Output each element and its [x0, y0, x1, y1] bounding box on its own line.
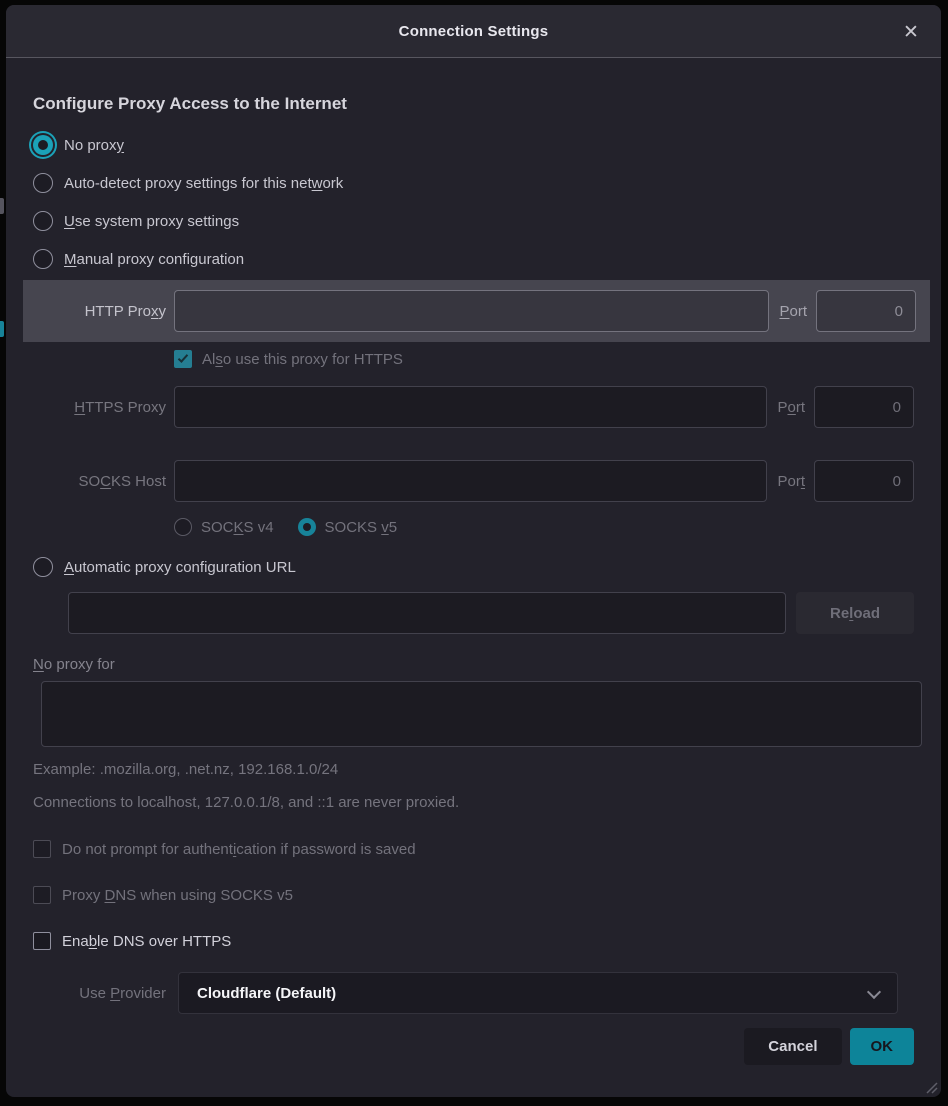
https-port-label: Port [777, 399, 805, 416]
proxy-dns-row[interactable]: Proxy DNS when using SOCKS v5 [33, 883, 914, 907]
http-port-label: Port [779, 303, 807, 320]
socks-host-input[interactable] [174, 460, 767, 502]
provider-dropdown[interactable]: Cloudflare (Default) [178, 972, 898, 1014]
radio-icon-manual-proxy[interactable] [33, 249, 53, 269]
no-proxy-for-label: No proxy for [33, 656, 914, 673]
auth-prompt-label: Do not prompt for authentication if pass… [62, 841, 416, 858]
auto-config-url-input[interactable] [68, 592, 786, 634]
auth-prompt-row[interactable]: Do not prompt for authentication if pass… [33, 837, 914, 861]
also-https-label: Also use this proxy for HTTPS [202, 351, 403, 368]
dialog-title: Connection Settings [399, 23, 549, 40]
proxy-dns-checkbox[interactable] [33, 886, 51, 904]
radio-label-manual-proxy: Manual proxy configuration [64, 251, 244, 268]
socks-port-label: Port [777, 473, 805, 490]
radio-icon-system-proxy[interactable] [33, 211, 53, 231]
no-proxy-for-textarea[interactable] [41, 681, 922, 747]
auto-config-url-row: Reload [68, 592, 914, 634]
radio-system-proxy[interactable]: Use system proxy settings [33, 202, 914, 240]
reload-button[interactable]: Reload [796, 592, 914, 634]
radio-socks-v5[interactable]: SOCKS v5 [298, 518, 398, 536]
also-https-row[interactable]: Also use this proxy for HTTPS [174, 350, 914, 368]
socks-port-input[interactable] [814, 460, 914, 502]
radio-manual-proxy[interactable]: Manual proxy configuration [33, 240, 914, 278]
radio-label-auto-detect: Auto-detect proxy settings for this netw… [64, 175, 343, 192]
close-button[interactable]: ✕ [895, 16, 927, 48]
use-provider-label: Use Provider [33, 985, 166, 1002]
close-icon: ✕ [903, 21, 919, 44]
cancel-button[interactable]: Cancel [744, 1028, 841, 1065]
https-proxy-row: HTTPS Proxy Port [33, 386, 914, 428]
http-proxy-input[interactable] [174, 290, 769, 332]
also-https-checkbox[interactable] [174, 350, 192, 368]
http-port-input[interactable] [816, 290, 916, 332]
dialog-titlebar: Connection Settings ✕ [6, 5, 941, 58]
proxy-dns-label: Proxy DNS when using SOCKS v5 [62, 887, 293, 904]
enable-doh-label: Enable DNS over HTTPS [62, 933, 231, 950]
dialog-footer: Cancel OK [33, 1028, 914, 1065]
socks-host-label: SOCKS Host [33, 473, 166, 490]
no-proxy-example-text: Example: .mozilla.org, .net.nz, 192.168.… [33, 761, 914, 778]
radio-auto-config-url[interactable]: Automatic proxy configuration URL [33, 548, 914, 586]
ok-button[interactable]: OK [850, 1028, 915, 1065]
radio-label-auto-config-url: Automatic proxy configuration URL [64, 559, 296, 576]
socks-host-row: SOCKS Host Port [33, 460, 914, 502]
radio-auto-detect[interactable]: Auto-detect proxy settings for this netw… [33, 164, 914, 202]
doh-provider-row: Use Provider Cloudflare (Default) [33, 972, 914, 1014]
radio-icon-auto-config-url[interactable] [33, 557, 53, 577]
page-title: Configure Proxy Access to the Internet [33, 94, 914, 114]
radio-icon-socks-v5[interactable] [298, 518, 316, 536]
resize-grip-icon[interactable] [924, 1080, 938, 1094]
enable-doh-checkbox[interactable] [33, 932, 51, 950]
socks-version-row: SOCKS v4 SOCKS v5 [174, 518, 914, 536]
chevron-down-icon [867, 985, 881, 999]
background-accent-sliver [0, 321, 4, 337]
radio-label-socks-v4: SOCKS v4 [201, 519, 274, 536]
http-proxy-label: HTTP Proxy [33, 303, 166, 320]
radio-icon-auto-detect[interactable] [33, 173, 53, 193]
http-proxy-row: HTTP Proxy Port [33, 290, 916, 332]
dialog-content: Configure Proxy Access to the Internet N… [6, 94, 941, 1065]
radio-icon-socks-v4[interactable] [174, 518, 192, 536]
reload-button-label: Reload [830, 605, 880, 622]
radio-socks-v4[interactable]: SOCKS v4 [174, 518, 274, 536]
connection-settings-dialog: Connection Settings ✕ Configure Proxy Ac… [6, 5, 941, 1097]
http-proxy-highlight-band: HTTP Proxy Port [23, 280, 930, 342]
https-port-input[interactable] [814, 386, 914, 428]
radio-no-proxy[interactable]: No proxy [33, 126, 914, 164]
auth-prompt-checkbox[interactable] [33, 840, 51, 858]
radio-label-no-proxy: No proxy [64, 137, 124, 154]
radio-label-socks-v5: SOCKS v5 [325, 519, 398, 536]
radio-label-system-proxy: Use system proxy settings [64, 213, 239, 230]
https-proxy-input[interactable] [174, 386, 767, 428]
check-icon [178, 352, 188, 363]
https-proxy-label: HTTPS Proxy [33, 399, 166, 416]
enable-doh-row[interactable]: Enable DNS over HTTPS [33, 929, 914, 953]
provider-dropdown-value: Cloudflare (Default) [197, 985, 336, 1002]
background-page-sliver [0, 198, 4, 214]
radio-icon-no-proxy[interactable] [33, 135, 53, 155]
never-proxied-note: Connections to localhost, 127.0.0.1/8, a… [33, 794, 914, 811]
